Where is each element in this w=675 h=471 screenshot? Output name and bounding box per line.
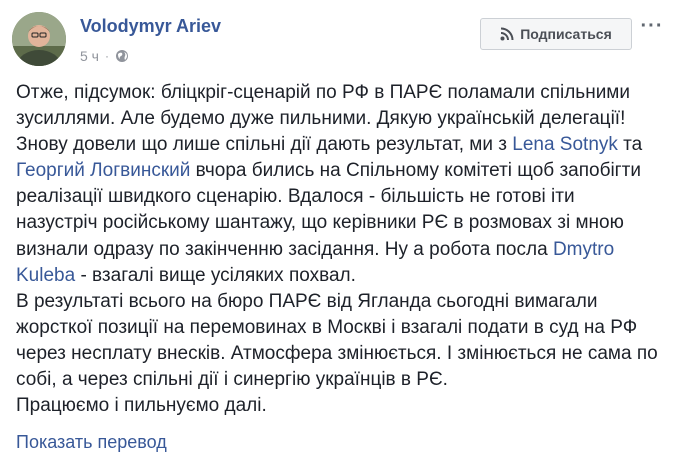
author-avatar[interactable] [12,12,66,66]
post-text: вчора бились на Спільному комітеті щоб з… [190,160,641,182]
globe-icon[interactable] [115,49,129,63]
post-text: Знову довели що лише спільні дії дають р… [16,134,513,156]
post-line: В результаті всього на бюро ПАРЄ від Ягл… [16,290,598,312]
post-line: назустріч російському шантажу, що керівн… [16,212,624,234]
mention-lena-sotnyk[interactable]: Lena Sotnyk [512,134,618,155]
more-icon: ··· [640,14,664,37]
post-line: через несплату внесків. Атмосфера змінює… [16,342,658,364]
show-translation-link[interactable]: Показать перевод [16,432,167,453]
meta-separator: · [104,49,109,63]
post-line: Kuleba - взагалі вище усіляких похвал. [16,263,666,289]
post-line: Знову довели що лише спільні дії дають р… [16,132,666,158]
post-line: собі, а через спільні дії і синергію укр… [16,369,448,391]
more-options-button[interactable]: ··· [640,14,664,38]
post-line: жорсткої позиції на перемовинах в Москві… [16,316,638,338]
post-text: - взагалі вище усіляких похвал. [75,264,356,286]
post-meta: 5 ч · [80,48,129,64]
mention-georgiy-logvinsky[interactable]: Георгий Логвинский [16,160,190,181]
mention-dmytro-kuleba[interactable]: Kuleba [16,265,75,286]
subscribe-label: Подписаться [520,26,612,42]
post-line: визнали одразу по закінченню засідання. … [16,237,666,263]
author-name-link[interactable]: Volodymyr Ariev [80,16,221,37]
post-text: визнали одразу по закінченню засідання. … [16,238,553,260]
post-line: реалізації швидкого сценарію. Вдалося - … [16,186,575,208]
post-text: та [617,134,643,156]
avatar-photo [12,12,66,66]
subscribe-button[interactable]: Подписаться [480,18,632,50]
mention-dmytro-kuleba[interactable]: Dmytro [553,239,614,260]
post-line: Георгий Логвинский вчора бились на Спіль… [16,158,666,184]
post-line: зусиллями. Але будемо дуже пильними. Дяк… [16,108,626,130]
post-line: Працюємо і пильнуємо далі. [16,395,267,417]
rss-icon [500,27,514,41]
post-line: Отже, підсумок: бліцкріг-сценарій по РФ … [16,82,630,103]
post-body: Отже, підсумок: бліцкріг-сценарій по РФ … [16,80,666,419]
post-time[interactable]: 5 ч [80,48,99,64]
